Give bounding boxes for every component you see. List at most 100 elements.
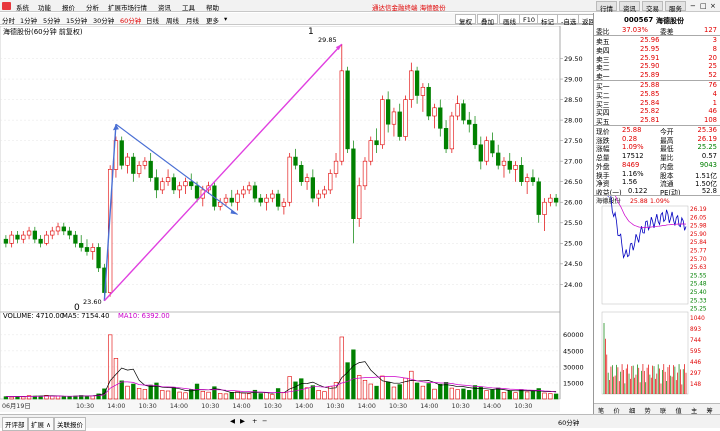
volume-bar: [374, 385, 379, 400]
close-icon[interactable]: ×: [710, 2, 716, 10]
candle-body: [501, 160, 507, 166]
menu-news[interactable]: 资讯: [158, 2, 171, 12]
date-label: 10:30: [264, 403, 282, 410]
chevron-down-icon[interactable]: ▾: [224, 15, 227, 23]
price-tick-label: 26.50: [564, 178, 583, 186]
menu-help[interactable]: 帮助: [206, 2, 219, 12]
btn-related-quotes[interactable]: 关联报价: [54, 417, 86, 431]
date-label: 14:00: [483, 403, 501, 410]
order-ratio-value: 37.03%: [622, 26, 648, 34]
candle-body: [461, 103, 466, 121]
menu-system[interactable]: 系统: [16, 2, 29, 12]
period-weekly[interactable]: 周线: [166, 15, 179, 25]
mini-price: 25.88: [630, 198, 648, 205]
app-logo: [2, 2, 11, 10]
candle-body: [530, 177, 536, 183]
candle-body: [519, 164, 524, 183]
candle-body: [281, 201, 287, 207]
date-label: 06月19日: [2, 402, 31, 410]
candle-body: [322, 189, 327, 195]
ask-row: 卖二 25.90 25: [596, 62, 717, 73]
candle-body: [467, 119, 472, 125]
date-label: 14:00: [170, 403, 188, 410]
candle-body: [258, 197, 263, 203]
mini-volume-tick: 446: [690, 360, 701, 366]
scroll-left-icon[interactable]: ◀: [230, 417, 235, 425]
menu-tools[interactable]: 工具: [182, 2, 195, 12]
period-5min[interactable]: 5分钟: [43, 15, 60, 25]
menu-quote[interactable]: 报价: [62, 2, 75, 12]
candle-body: [3, 238, 9, 244]
top-tab-quotes[interactable]: 行情: [596, 1, 617, 13]
chart-title: 海德股份(60分钟 前复权): [3, 27, 83, 36]
candle-body: [287, 156, 292, 203]
btn-f10[interactable]: F10: [519, 14, 540, 24]
stock-name: 海德股份: [656, 17, 684, 25]
zoom-out-icon[interactable]: −: [262, 417, 267, 425]
top-tab-news[interactable]: 资讯: [619, 1, 640, 13]
kline-chart[interactable]: 29.50 29.00 28.50 28.00 27.50 27.00 26.50 26.00…: [0, 26, 593, 414]
btn-watchlist[interactable]: -自选: [557, 14, 581, 26]
quote-panel: 000567 海德股份 委比 37.03% 委差 127 卖五 25.96 3 卖四 2…: [593, 13, 720, 415]
period-15min[interactable]: 15分钟: [66, 15, 87, 25]
candle-body: [362, 160, 368, 187]
mini-price-tick: 26.19: [690, 207, 707, 213]
candle-body: [385, 99, 391, 125]
volume-bar: [310, 385, 316, 400]
candle-body: [553, 197, 559, 203]
candle-body: [154, 177, 159, 191]
maximize-icon[interactable]: □: [700, 2, 707, 10]
annotation-zero: 0: [74, 303, 80, 313]
price-tick-label: 25.00: [564, 240, 583, 248]
date-label: 10:30: [326, 403, 344, 410]
period-30min[interactable]: 30分钟: [93, 15, 114, 25]
mini-price-tick: 25.63: [690, 265, 707, 271]
price-tick-label: 29.50: [564, 55, 583, 63]
intraday-mini-chart[interactable]: 海德股份 25.88 1.09% 26.1926.0525.9825.9025.…: [594, 196, 720, 403]
top-tab-trade[interactable]: 交易: [642, 1, 663, 13]
volume-tick-label: 60000: [563, 331, 584, 339]
top-tab-service[interactable]: 服务: [665, 1, 686, 13]
volume-bar: [148, 384, 153, 400]
price-tick-label: 28.50: [564, 96, 583, 104]
btn-extend[interactable]: 扩展 ∧: [28, 417, 54, 431]
period-daily[interactable]: 日线: [146, 15, 159, 25]
period-timeshare[interactable]: 分时: [2, 15, 15, 25]
btn-overlay[interactable]: 叠加: [477, 14, 498, 26]
period-60min[interactable]: 60分钟: [120, 15, 141, 25]
btn-open-review[interactable]: 开评部: [2, 417, 28, 431]
volume-bar: [397, 384, 402, 400]
period-1min[interactable]: 1分钟: [20, 15, 37, 25]
zoom-in-icon[interactable]: +: [252, 417, 257, 425]
candle-body: [374, 140, 379, 146]
candle-body: [79, 243, 84, 248]
volume-bar: [351, 349, 356, 400]
period-monthly[interactable]: 月线: [186, 15, 199, 25]
volume-bar: [385, 381, 391, 400]
btn-mark[interactable]: 标记: [537, 14, 558, 26]
period-more[interactable]: 更多: [206, 15, 219, 25]
candle-body: [438, 107, 443, 129]
mini-price-tick: 25.84: [690, 240, 707, 246]
volume-bar: [299, 378, 304, 400]
btn-draw[interactable]: 画线: [499, 14, 520, 26]
date-label: 14:00: [358, 403, 376, 410]
candle-body: [513, 164, 518, 170]
candle-body: [131, 156, 136, 174]
bid-row: 买一 25.88 76: [596, 81, 717, 91]
menu-function[interactable]: 功能: [38, 2, 51, 12]
mini-volume-tick: 744: [690, 338, 701, 344]
volume-label: VOLUME: 4710.00: [3, 312, 64, 320]
volume-bar: [131, 383, 136, 400]
volume-tick-label: 15000: [563, 379, 584, 387]
candle-body: [61, 226, 66, 232]
btn-adjust[interactable]: 复权: [455, 14, 476, 26]
date-label: 14:00: [295, 403, 313, 410]
menu-extended-market[interactable]: 扩展市场行情: [108, 2, 147, 12]
scroll-right-icon[interactable]: ▶: [240, 417, 245, 425]
minimize-icon[interactable]: −: [690, 2, 696, 10]
menu-analysis[interactable]: 分析: [86, 2, 99, 12]
date-label: 10:30: [76, 403, 94, 410]
price-tick-label: 24.50: [564, 260, 583, 268]
candle-body: [333, 160, 339, 174]
